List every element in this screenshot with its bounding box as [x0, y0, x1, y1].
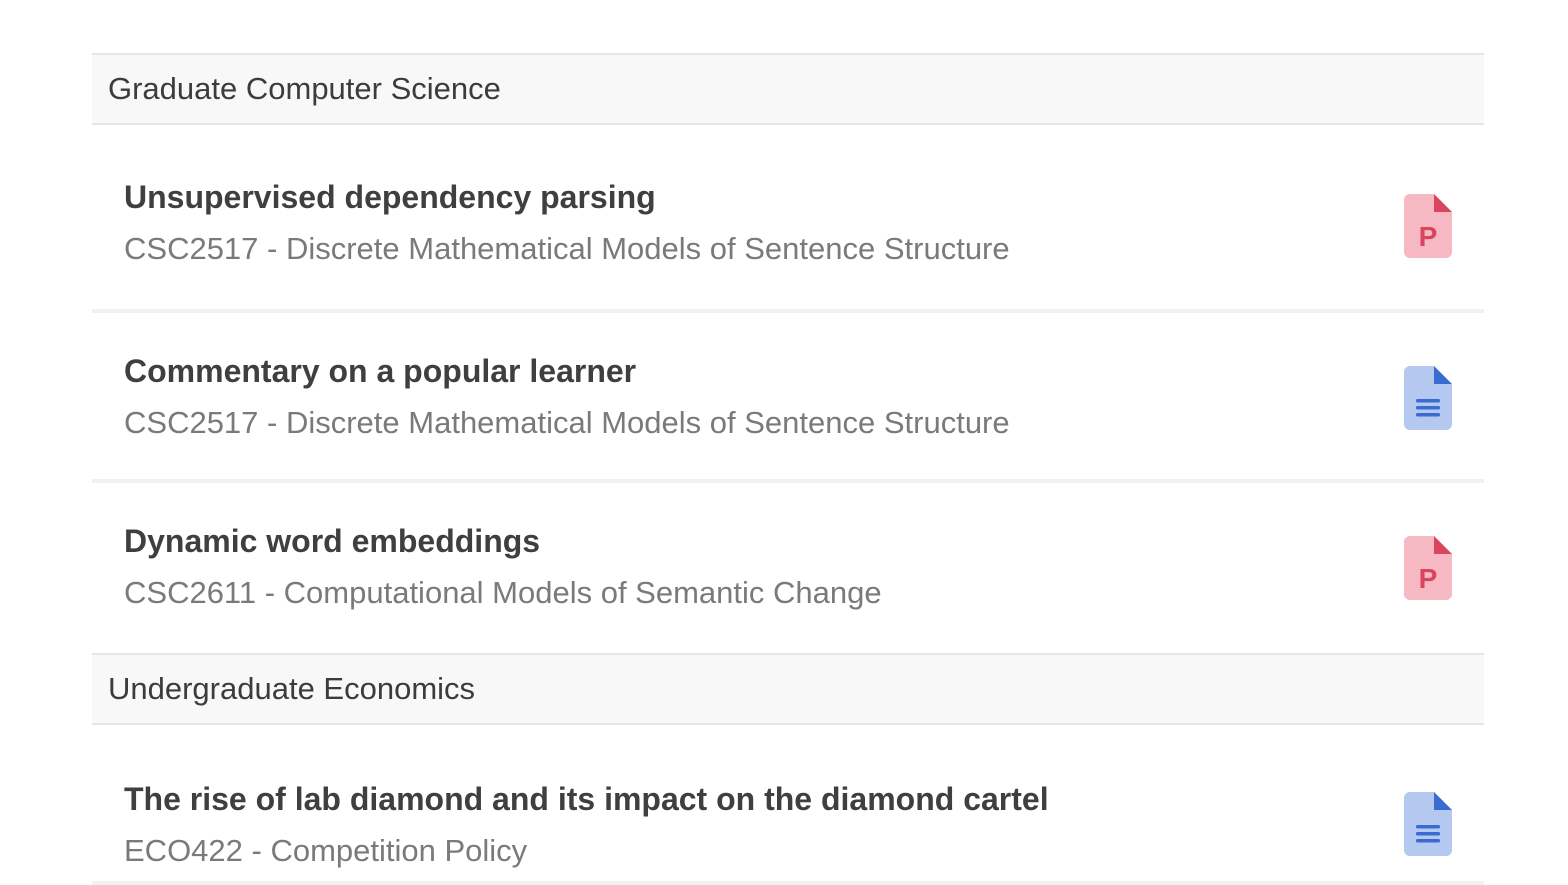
item-title[interactable]: Unsupervised dependency parsing — [124, 179, 656, 216]
list-item[interactable]: Commentary on a popular learner CSC2517 … — [92, 313, 1484, 483]
item-course: CSC2517 - Discrete Mathematical Models o… — [124, 231, 1010, 266]
item-title[interactable]: The rise of lab diamond and its impact o… — [124, 781, 1049, 818]
list-item[interactable]: Dynamic word embeddings CSC2611 - Comput… — [92, 483, 1484, 653]
item-title[interactable]: Dynamic word embeddings — [124, 523, 540, 560]
item-title[interactable]: Commentary on a popular learner — [124, 353, 636, 390]
group-header-undergraduate-economics: Undergraduate Economics — [92, 653, 1484, 725]
list-item[interactable]: The rise of lab diamond and its impact o… — [92, 725, 1484, 885]
svg-text:P: P — [1419, 221, 1438, 252]
list-item[interactable]: Unsupervised dependency parsing CSC2517 … — [92, 125, 1484, 313]
group-header-label: Graduate Computer Science — [108, 71, 501, 106]
group-header-graduate-computer-science: Graduate Computer Science — [92, 53, 1484, 125]
document-file-icon[interactable] — [1404, 366, 1452, 430]
svg-text:P: P — [1419, 563, 1438, 594]
presentation-file-icon[interactable]: P — [1404, 536, 1452, 600]
item-course: CSC2611 - Computational Models of Semant… — [124, 575, 882, 610]
group-header-label: Undergraduate Economics — [108, 671, 476, 706]
document-list: Graduate Computer Science Unsupervised d… — [92, 53, 1484, 885]
item-course: ECO422 - Competition Policy — [124, 833, 528, 868]
presentation-file-icon[interactable]: P — [1404, 194, 1452, 258]
item-course: CSC2517 - Discrete Mathematical Models o… — [124, 405, 1010, 440]
document-file-icon[interactable] — [1404, 792, 1452, 856]
